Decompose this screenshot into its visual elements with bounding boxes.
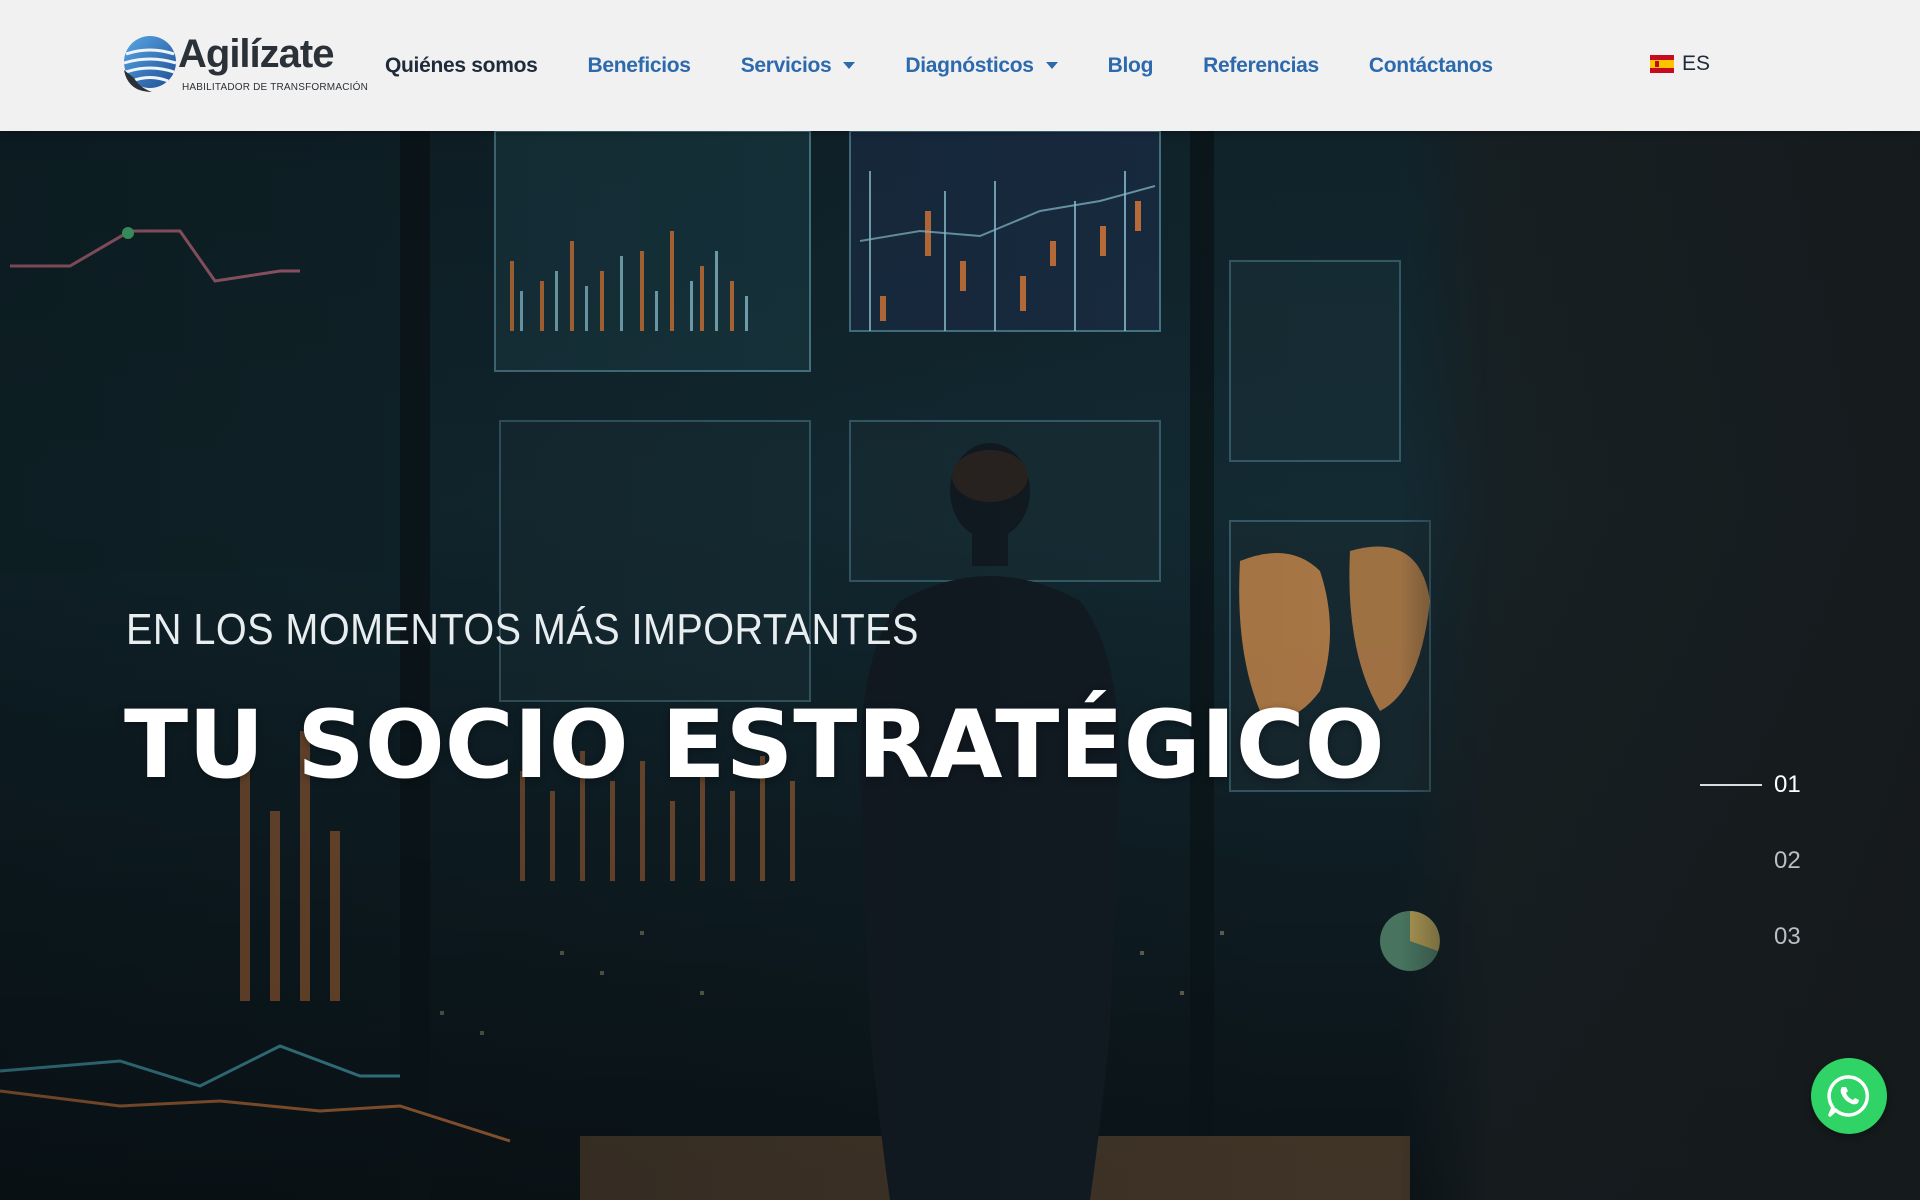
- brand-tagline: HABILITADOR DE TRANSFORMACIÓN: [182, 82, 369, 93]
- main-nav: Quiénes somos Beneficios Servicios Diagn…: [385, 0, 1543, 131]
- nav-item-quienes-somos[interactable]: Quiénes somos: [385, 46, 538, 86]
- slide-number: 02: [1774, 847, 1801, 874]
- hero-headline: TU SOCIO ESTRATÉGICO: [124, 691, 1385, 800]
- nav-item-diagnosticos[interactable]: Diagnósticos: [905, 46, 1058, 86]
- hero-slider: EN LOS MOMENTOS MÁS IMPORTANTES TU SOCIO…: [0, 131, 1920, 1200]
- nav-label: Beneficios: [587, 53, 691, 77]
- nav-item-referencias[interactable]: Referencias: [1203, 46, 1319, 86]
- nav-item-beneficios[interactable]: Beneficios: [587, 46, 691, 86]
- nav-item-blog[interactable]: Blog: [1107, 46, 1154, 86]
- slide-dot-01[interactable]: 01: [1700, 771, 1801, 799]
- slide-number: 01: [1774, 771, 1801, 798]
- language-label: ES: [1682, 52, 1711, 75]
- whatsapp-icon: [1827, 1075, 1870, 1117]
- caret-down-icon: [1045, 62, 1058, 69]
- brand-name: Agilízate: [178, 32, 334, 76]
- language-switcher[interactable]: ES: [1650, 52, 1710, 76]
- nav-label: Servicios: [740, 53, 832, 77]
- hero-kicker: EN LOS MOMENTOS MÁS IMPORTANTES: [126, 605, 919, 654]
- nav-label: Diagnósticos: [905, 53, 1034, 77]
- nav-label: Contáctanos: [1368, 53, 1493, 77]
- nav-label: Blog: [1107, 53, 1154, 77]
- whatsapp-button[interactable]: [1811, 1058, 1887, 1134]
- nav-item-servicios[interactable]: Servicios: [741, 46, 856, 86]
- active-slide-line: [1700, 784, 1762, 786]
- globe-logo-icon: [123, 36, 176, 92]
- caret-down-icon: [843, 62, 856, 69]
- nav-item-contactanos[interactable]: Contáctanos: [1369, 46, 1493, 86]
- site-header: Agilízate HABILITADOR DE TRANSFORMACIÓN …: [0, 0, 1920, 131]
- nav-label: Quiénes somos: [385, 53, 538, 77]
- spain-flag-icon: [1650, 55, 1674, 73]
- slide-dot-02[interactable]: 02: [1774, 847, 1801, 875]
- brand-logo[interactable]: Agilízate HABILITADOR DE TRANSFORMACIÓN: [120, 30, 368, 100]
- nav-label: Referencias: [1203, 53, 1319, 77]
- slide-dot-03[interactable]: 03: [1774, 923, 1801, 951]
- hero-shade-overlay: [0, 131, 1920, 1200]
- slide-number: 03: [1774, 923, 1801, 950]
